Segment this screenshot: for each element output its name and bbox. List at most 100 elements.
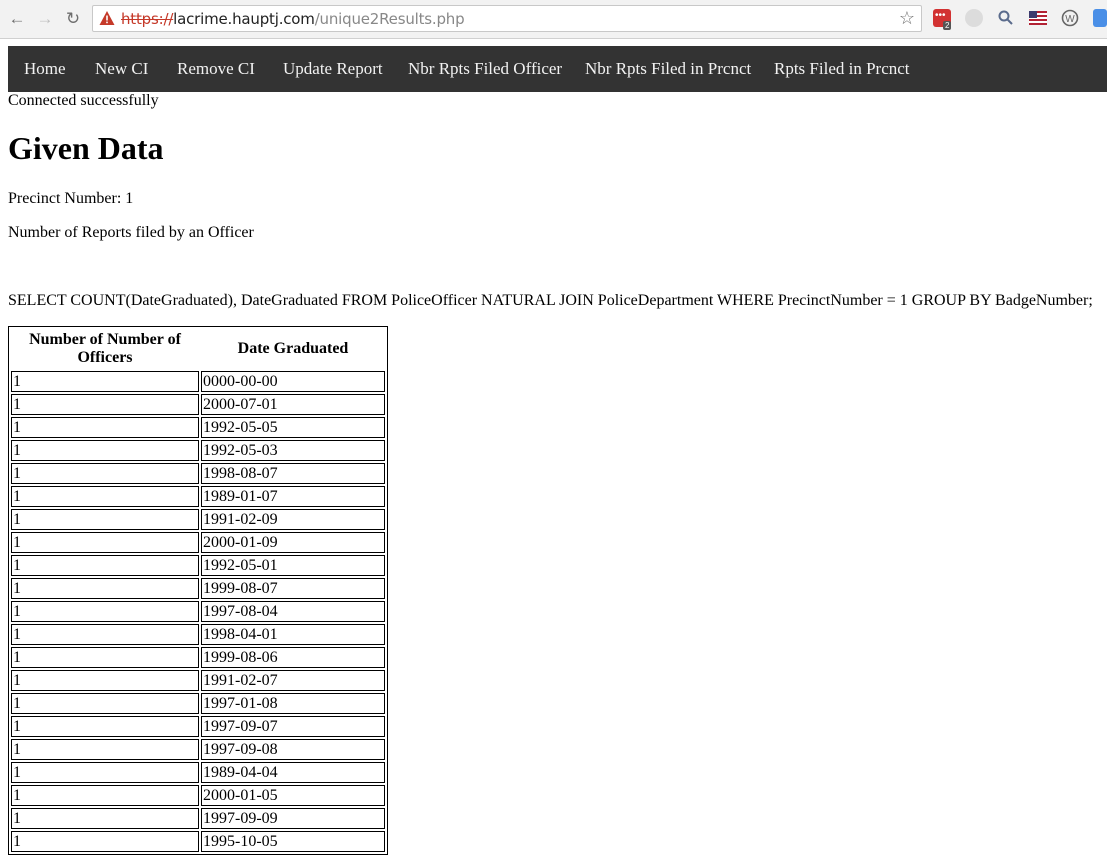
table-row: 1 1997-09-09 xyxy=(11,808,385,829)
cell-officer-count: 1 xyxy=(11,670,199,691)
cell-officer-count: 1 xyxy=(11,440,199,461)
cell-officer-count: 1 xyxy=(11,601,199,622)
cell-officer-count: 1 xyxy=(11,831,199,852)
table-row: 1 2000-07-01 xyxy=(11,394,385,415)
cell-officer-count: 1 xyxy=(11,394,199,415)
nav-link-nbr-rpts-filed-officer[interactable]: Nbr Rpts Filed Officer xyxy=(408,46,562,92)
back-arrow-icon[interactable]: ← xyxy=(6,8,28,30)
nav-link-rpts-filed-in-prcnct[interactable]: Rpts Filed in Prcnct xyxy=(774,46,910,92)
table-row: 1 1999-08-07 xyxy=(11,578,385,599)
cell-date-graduated: 1989-01-07 xyxy=(201,486,385,507)
cell-date-graduated: 1991-02-09 xyxy=(201,509,385,530)
cell-date-graduated: 1989-04-04 xyxy=(201,762,385,783)
table-row: 1 1997-09-08 xyxy=(11,739,385,760)
url-path: /unique2Results.php xyxy=(314,10,465,28)
cell-date-graduated: 1992-05-05 xyxy=(201,417,385,438)
sql-query-text: SELECT COUNT(DateGraduated), DateGraduat… xyxy=(8,292,1093,309)
cell-officer-count: 1 xyxy=(11,555,199,576)
cell-date-graduated: 1997-08-04 xyxy=(201,601,385,622)
extension-lastpass-icon[interactable]: ••• 2 xyxy=(933,9,952,30)
url-host: lacrime.hauptj.com xyxy=(173,10,315,28)
cell-date-graduated: 1991-02-07 xyxy=(201,670,385,691)
cell-officer-count: 1 xyxy=(11,693,199,714)
extension-us-flag-icon[interactable] xyxy=(1029,9,1047,27)
reload-icon[interactable]: ↻ xyxy=(62,8,84,30)
cell-officer-count: 1 xyxy=(11,532,199,553)
table-row: 1 1997-01-08 xyxy=(11,693,385,714)
url-text: https://lacrime.hauptj.com/unique2Result… xyxy=(121,10,465,28)
results-table-body: 1 0000-00-00 1 2000-07-01 1 1992-05-05 1 1992-0… xyxy=(11,371,385,852)
nav-link-home[interactable]: Home xyxy=(24,46,66,92)
page-title: Given Data xyxy=(8,130,164,166)
cell-date-graduated: 2000-01-09 xyxy=(201,532,385,553)
cell-date-graduated: 1999-08-07 xyxy=(201,578,385,599)
cell-date-graduated: 1998-08-07 xyxy=(201,463,385,484)
cell-officer-count: 1 xyxy=(11,716,199,737)
cell-officer-count: 1 xyxy=(11,762,199,783)
table-row: 1 1989-04-04 xyxy=(11,762,385,783)
url-scheme: https:// xyxy=(121,10,174,28)
cell-officer-count: 1 xyxy=(11,647,199,668)
cell-date-graduated: 1997-09-08 xyxy=(201,739,385,760)
cell-officer-count: 1 xyxy=(11,417,199,438)
table-row: 1 2000-01-09 xyxy=(11,532,385,553)
cell-date-graduated: 1997-01-08 xyxy=(201,693,385,714)
nav-link-remove-ci[interactable]: Remove CI xyxy=(177,46,255,92)
table-row: 1 1992-05-03 xyxy=(11,440,385,461)
top-nav-bar: Home New CI Remove CI Update Report Nbr … xyxy=(8,46,1107,92)
table-row: 1 1989-01-07 xyxy=(11,486,385,507)
cell-date-graduated: 1992-05-01 xyxy=(201,555,385,576)
table-row: 1 1995-10-05 xyxy=(11,831,385,852)
cell-date-graduated: 2000-01-05 xyxy=(201,785,385,806)
svg-text:W: W xyxy=(1065,14,1075,25)
cell-officer-count: 1 xyxy=(11,624,199,645)
connection-status: Connected successfully xyxy=(8,92,159,109)
table-row: 1 1998-04-01 xyxy=(11,624,385,645)
cell-date-graduated: 0000-00-00 xyxy=(201,371,385,392)
bookmark-star-icon[interactable]: ☆ xyxy=(899,8,915,29)
cell-date-graduated: 1997-09-09 xyxy=(201,808,385,829)
cell-officer-count: 1 xyxy=(11,509,199,530)
extension-blue-icon[interactable] xyxy=(1093,9,1107,27)
cell-officer-count: 1 xyxy=(11,463,199,484)
table-row: 1 1991-02-07 xyxy=(11,670,385,691)
cell-officer-count: 1 xyxy=(11,486,199,507)
results-table: Number of Number of Officers Date Gradua… xyxy=(8,326,388,855)
cell-date-graduated: 1999-08-06 xyxy=(201,647,385,668)
cell-date-graduated: 1995-10-05 xyxy=(201,831,385,852)
extension-gray-circle-icon[interactable] xyxy=(965,9,983,27)
nav-link-new-ci[interactable]: New CI xyxy=(95,46,148,92)
cell-officer-count: 1 xyxy=(11,739,199,760)
table-row: 1 0000-00-00 xyxy=(11,371,385,392)
table-row: 1 1997-09-07 xyxy=(11,716,385,737)
table-header-row: Number of Number of Officers Date Gradua… xyxy=(11,329,385,369)
browser-toolbar: ← → ↻ https://lacrime.hauptj.com/unique2… xyxy=(0,0,1107,39)
table-row: 1 1992-05-05 xyxy=(11,417,385,438)
table-row: 1 1997-08-04 xyxy=(11,601,385,622)
report-description: Number of Reports filed by an Officer xyxy=(8,224,254,241)
table-row: 1 1991-02-09 xyxy=(11,509,385,530)
table-row: 1 2000-01-05 xyxy=(11,785,385,806)
cell-officer-count: 1 xyxy=(11,785,199,806)
extension-wordpress-icon[interactable]: W xyxy=(1061,9,1079,27)
not-secure-warning-icon[interactable] xyxy=(99,10,115,26)
cell-officer-count: 1 xyxy=(11,578,199,599)
cell-date-graduated: 1998-04-01 xyxy=(201,624,385,645)
column-header-count: Number of Number of Officers xyxy=(29,331,181,366)
cell-officer-count: 1 xyxy=(11,808,199,829)
cell-officer-count: 1 xyxy=(11,371,199,392)
nav-link-nbr-rpts-filed-in-prcnct[interactable]: Nbr Rpts Filed in Prcnct xyxy=(585,46,751,92)
nav-link-update-report[interactable]: Update Report xyxy=(283,46,383,92)
extension-search-key-icon[interactable] xyxy=(997,9,1015,27)
forward-arrow-icon[interactable]: → xyxy=(34,8,56,30)
table-row: 1 1992-05-01 xyxy=(11,555,385,576)
column-header-date-graduated: Date Graduated xyxy=(237,340,349,357)
precinct-number-text: Precinct Number: 1 xyxy=(8,190,134,207)
table-row: 1 1999-08-06 xyxy=(11,647,385,668)
extension-badge: 2 xyxy=(943,21,952,30)
cell-date-graduated: 2000-07-01 xyxy=(201,394,385,415)
table-row: 1 1998-08-07 xyxy=(11,463,385,484)
address-bar[interactable]: https://lacrime.hauptj.com/unique2Result… xyxy=(92,5,922,32)
cell-date-graduated: 1997-09-07 xyxy=(201,716,385,737)
cell-date-graduated: 1992-05-03 xyxy=(201,440,385,461)
